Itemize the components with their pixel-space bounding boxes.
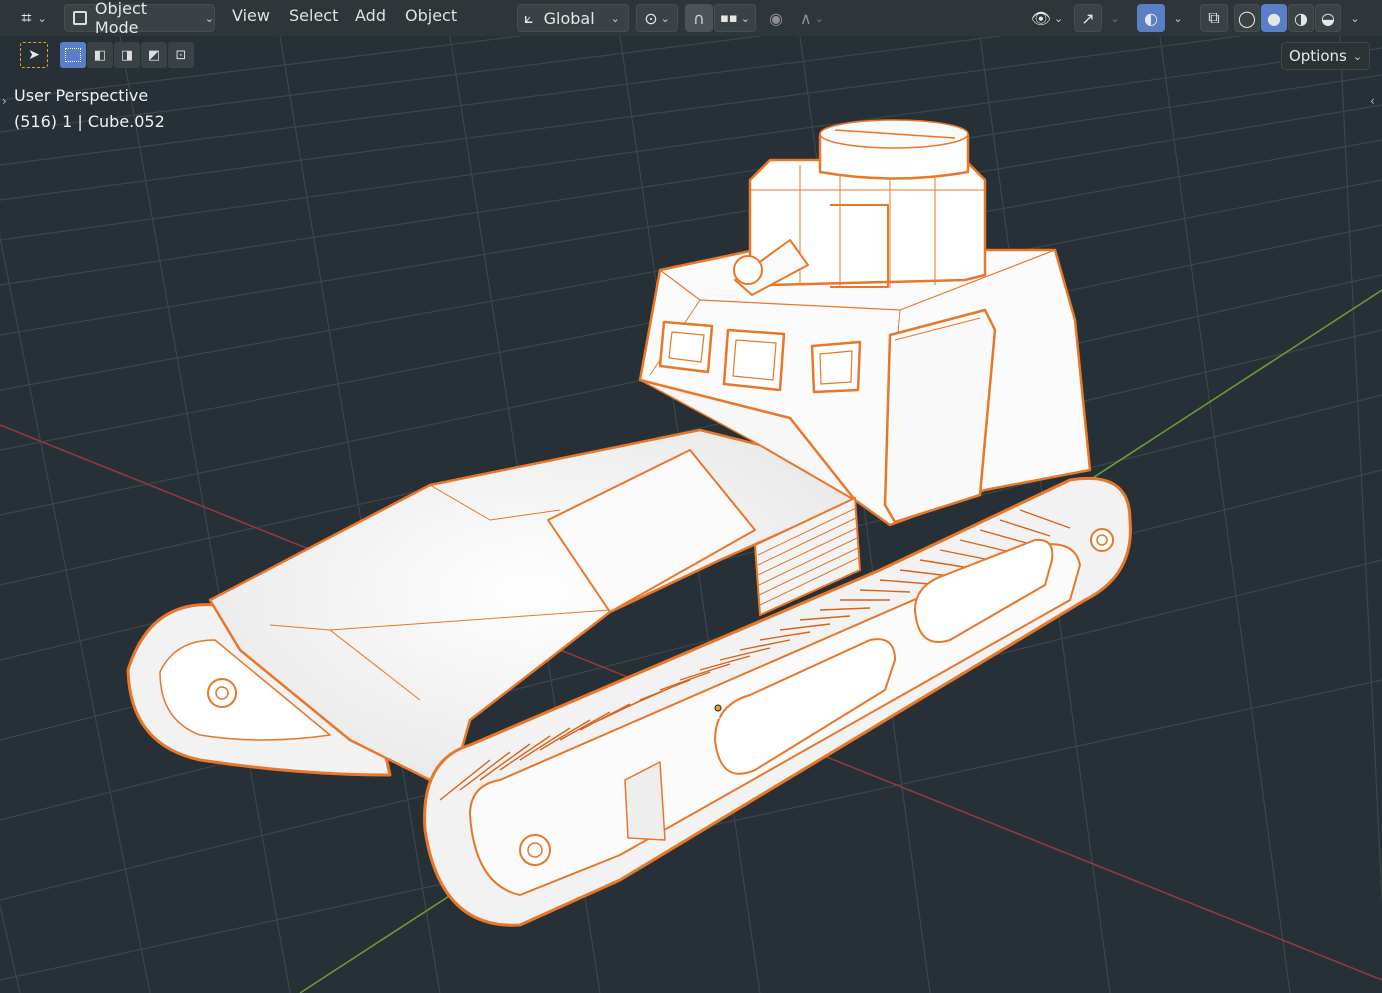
shading-material[interactable]: ◑ [1288, 4, 1314, 32]
selection-mode-extend[interactable]: ◧ [87, 42, 113, 68]
editor-type-icon: ⌗ [21, 7, 32, 29]
menu-view[interactable]: View [232, 6, 270, 25]
transform-orientation-label: Global [543, 8, 595, 28]
tool-settings-row: ➤ ◧ ◨ ◩ ⊡ [0, 38, 1382, 72]
eye-icon: 👁 [1030, 8, 1052, 28]
cursor-arrow-icon: ➤ [28, 47, 40, 63]
select-invert-icon: ◩ [147, 47, 161, 63]
xray-toggle[interactable]: ⧉ [1200, 4, 1228, 32]
chevron-down-icon: ⌄ [1352, 49, 1363, 63]
select-subtract-icon: ◨ [120, 47, 134, 63]
snap-target-button[interactable]: ▪▪ ⌄ [714, 4, 756, 32]
select-intersect-icon: ⊡ [175, 47, 187, 63]
sidebar-expand-icon[interactable]: ‹ [1370, 94, 1375, 108]
editor-type-button[interactable]: ⌗ ⌄ [14, 4, 54, 32]
chevron-down-icon: ⌄ [1110, 11, 1120, 25]
options-dropdown[interactable]: Options ⌄ [1281, 42, 1370, 70]
perspective-label: User Perspective [14, 86, 149, 105]
viewport-3d[interactable] [0, 0, 1382, 993]
selection-mode-intersect[interactable]: ⊡ [168, 42, 194, 68]
falloff-button[interactable]: ∧ ⌄ [792, 4, 832, 32]
chevron-down-icon: ⌄ [610, 11, 620, 25]
shading-options[interactable]: ⌄ [1344, 4, 1366, 32]
overlays-icon: ◐ [1144, 8, 1158, 28]
proportional-edit-icon: ◉ [769, 8, 783, 28]
solid-sphere-icon: ● [1267, 8, 1281, 28]
chevron-down-icon: ⌄ [1350, 11, 1360, 25]
falloff-curve-icon: ∧ [800, 8, 812, 28]
visibility-button[interactable]: 👁 ⌄ [1026, 4, 1068, 32]
select-new-icon [65, 48, 81, 62]
mode-selector[interactable]: Object Mode ⌄ [64, 0, 215, 37]
chevron-down-icon: ⌄ [204, 11, 214, 25]
options-label: Options [1288, 47, 1347, 65]
pivot-point-button[interactable]: ⊙ ⌄ [636, 4, 678, 32]
chevron-down-icon: ⌄ [814, 11, 824, 25]
selection-mode-invert[interactable]: ◩ [141, 42, 167, 68]
xray-icon: ⧉ [1208, 8, 1220, 27]
snap-toggle[interactable]: ∩ [685, 4, 713, 32]
overlays-toggle[interactable]: ◐ [1137, 4, 1165, 32]
transform-orientation-selector[interactable]: ⟀ Global ⌄ [517, 4, 629, 32]
pivot-point-icon: ⊙ [644, 8, 658, 28]
shading-wireframe[interactable]: ◯ [1234, 4, 1260, 32]
gizmo-toggle[interactable]: ↗ [1074, 4, 1102, 32]
material-sphere-icon: ◑ [1294, 8, 1308, 28]
chevron-down-icon: ⌄ [1173, 11, 1183, 25]
menu-object[interactable]: Object [405, 6, 457, 25]
rendered-sphere-icon: ◒ [1321, 8, 1335, 28]
wireframe-sphere-icon: ◯ [1238, 8, 1256, 28]
menu-add[interactable]: Add [355, 6, 386, 25]
snap-increment-icon: ▪▪ [720, 10, 738, 26]
toolbar-expand-icon[interactable]: › [2, 94, 7, 108]
mode-label: Object Mode [94, 0, 148, 37]
gizmo-icon: ↗ [1081, 8, 1095, 28]
select-tool-button[interactable]: ➤ [20, 42, 48, 68]
orientation-axes-icon: ⟀ [524, 8, 534, 27]
gizmo-options[interactable]: ⌄ [1104, 4, 1126, 32]
proportional-editing-toggle[interactable]: ◉ [762, 4, 790, 32]
shading-solid[interactable]: ● [1261, 4, 1287, 32]
viewport-header: ⌗ ⌄ Object Mode ⌄ View Select Add Object … [0, 0, 1382, 37]
overlays-options[interactable]: ⌄ [1166, 4, 1190, 32]
selection-mode-subtract[interactable]: ◨ [114, 42, 140, 68]
object-info-label: (516) 1 | Cube.052 [14, 112, 165, 131]
selection-mode-new[interactable] [60, 42, 86, 68]
object-mode-icon [73, 11, 87, 25]
chevron-down-icon: ⌄ [740, 11, 750, 25]
select-extend-icon: ◧ [93, 47, 107, 63]
chevron-down-icon: ⌄ [37, 11, 47, 25]
chevron-down-icon: ⌄ [660, 11, 670, 25]
menu-select[interactable]: Select [289, 6, 338, 25]
chevron-down-icon: ⌄ [1054, 11, 1064, 25]
shading-rendered[interactable]: ◒ [1315, 4, 1341, 32]
magnet-icon: ∩ [693, 8, 705, 28]
